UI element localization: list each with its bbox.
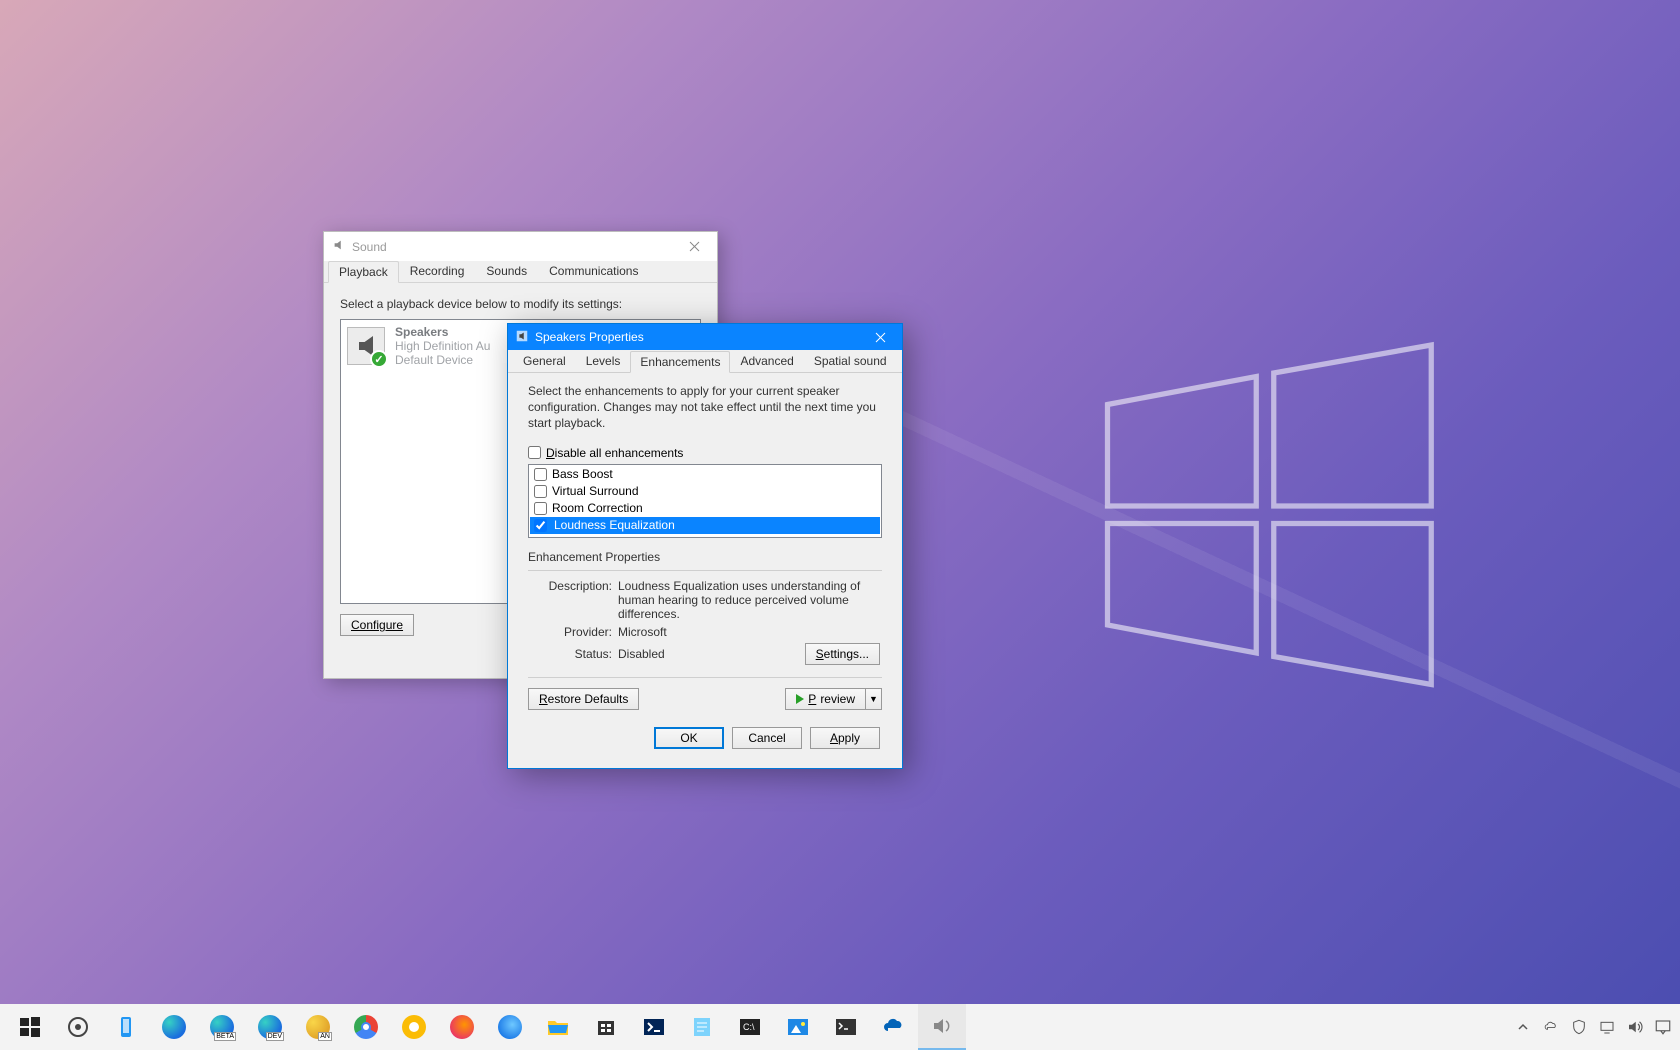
speaker-icon bbox=[515, 329, 529, 346]
preview-dropdown-arrow[interactable]: ▼ bbox=[866, 688, 882, 710]
settings-button[interactable]: Settings... bbox=[805, 643, 880, 665]
enh-bass-boost[interactable]: Bass Boost bbox=[530, 466, 880, 483]
loudness-equalization-label: Loudness Equalization bbox=[552, 518, 677, 532]
taskbar-store[interactable] bbox=[582, 1004, 630, 1050]
default-check-icon: ✓ bbox=[370, 350, 388, 368]
start-button[interactable] bbox=[6, 1004, 54, 1050]
taskbar-settings[interactable] bbox=[54, 1004, 102, 1050]
taskbar-edge[interactable] bbox=[150, 1004, 198, 1050]
device-line3: Default Device bbox=[395, 353, 490, 367]
ok-button[interactable]: OK bbox=[654, 727, 724, 749]
taskbar-edge-beta[interactable]: BETA bbox=[198, 1004, 246, 1050]
tab-enhancements[interactable]: Enhancements bbox=[630, 351, 730, 373]
configure-button[interactable]: Configure bbox=[340, 614, 414, 636]
tray-action-center-icon[interactable] bbox=[1652, 1016, 1674, 1038]
playback-instruction: Select a playback device below to modify… bbox=[340, 293, 701, 319]
room-correction-label: Room Correction bbox=[552, 501, 643, 515]
play-icon bbox=[796, 694, 804, 704]
tray-security-icon[interactable] bbox=[1568, 1016, 1590, 1038]
provider-label: Provider: bbox=[530, 625, 618, 639]
taskbar-firefox[interactable] bbox=[438, 1004, 486, 1050]
enhancement-properties-group: Enhancement Properties Description: Loud… bbox=[528, 550, 882, 665]
taskbar-edge-dev[interactable]: DEV bbox=[246, 1004, 294, 1050]
virtual-surround-label: Virtual Surround bbox=[552, 484, 639, 498]
apply-button[interactable]: Apply bbox=[810, 727, 880, 749]
tray-onedrive-icon[interactable] bbox=[1540, 1016, 1562, 1038]
enh-virtual-surround[interactable]: Virtual Surround bbox=[530, 483, 880, 500]
tab-spatial-sound[interactable]: Spatial sound bbox=[804, 350, 897, 372]
taskbar-chrome[interactable] bbox=[342, 1004, 390, 1050]
taskbar-notepad[interactable] bbox=[678, 1004, 726, 1050]
taskbar-photos[interactable] bbox=[774, 1004, 822, 1050]
svg-text:C:\: C:\ bbox=[743, 1022, 755, 1032]
taskbar-terminal[interactable] bbox=[822, 1004, 870, 1050]
taskbar-sound-control-panel[interactable] bbox=[918, 1004, 966, 1050]
status-label: Status: bbox=[530, 647, 618, 661]
enh-loudness-equalization[interactable]: Loudness Equalization bbox=[530, 517, 880, 534]
tab-general[interactable]: General bbox=[513, 350, 576, 372]
tab-levels[interactable]: Levels bbox=[576, 350, 631, 372]
tray-vm-icon[interactable] bbox=[1596, 1016, 1618, 1038]
preview-button[interactable]: Preview bbox=[785, 688, 866, 710]
enhancement-properties-header: Enhancement Properties bbox=[528, 550, 882, 564]
sound-titlebar[interactable]: Sound bbox=[324, 232, 717, 261]
description-label: Description: bbox=[530, 579, 618, 621]
description-value: Loudness Equalization uses understanding… bbox=[618, 579, 880, 621]
close-button[interactable] bbox=[672, 232, 717, 261]
taskbar-edge-canary[interactable]: AN bbox=[294, 1004, 342, 1050]
disable-all-checkbox[interactable] bbox=[528, 446, 541, 459]
dialog-button-row: OK Cancel Apply bbox=[508, 718, 902, 758]
speaker-device-icon: ✓ bbox=[347, 327, 385, 365]
system-tray[interactable] bbox=[1512, 1016, 1674, 1038]
disable-all-enhancements-row[interactable]: Disable all enhancements bbox=[528, 446, 882, 460]
tab-playback[interactable]: Playback bbox=[328, 261, 399, 283]
provider-value: Microsoft bbox=[618, 625, 880, 639]
cancel-button[interactable]: Cancel bbox=[732, 727, 802, 749]
virtual-surround-checkbox[interactable] bbox=[534, 485, 547, 498]
device-text: Speakers High Definition Au Default Devi… bbox=[395, 325, 490, 367]
windows-logo-watermark bbox=[1090, 338, 1440, 688]
taskbar-file-explorer[interactable] bbox=[534, 1004, 582, 1050]
enh-room-correction[interactable]: Room Correction bbox=[530, 500, 880, 517]
tab-advanced[interactable]: Advanced bbox=[730, 350, 803, 372]
taskbar-onedrive[interactable] bbox=[870, 1004, 918, 1050]
taskbar-cmd[interactable]: C:\ bbox=[726, 1004, 774, 1050]
properties-tabbar: General Levels Enhancements Advanced Spa… bbox=[508, 350, 902, 373]
speakers-properties-dialog: Speakers Properties General Levels Enhan… bbox=[507, 323, 903, 769]
device-line2: High Definition Au bbox=[395, 339, 490, 353]
properties-titlebar[interactable]: Speakers Properties bbox=[508, 324, 902, 350]
close-button[interactable] bbox=[858, 324, 902, 350]
enhancements-list[interactable]: Bass Boost Virtual Surround Room Correct… bbox=[528, 464, 882, 538]
bass-boost-checkbox[interactable] bbox=[534, 468, 547, 481]
taskbar-phone[interactable] bbox=[102, 1004, 150, 1050]
taskbar-chrome-canary[interactable] bbox=[390, 1004, 438, 1050]
preview-split-button[interactable]: Preview ▼ bbox=[785, 688, 882, 710]
tab-sounds[interactable]: Sounds bbox=[475, 260, 538, 282]
tray-overflow-icon[interactable] bbox=[1512, 1016, 1534, 1038]
bass-boost-label: Bass Boost bbox=[552, 467, 613, 481]
status-value: Disabled bbox=[618, 647, 665, 661]
enhancements-instruction: Select the enhancements to apply for you… bbox=[528, 383, 882, 442]
taskbar[interactable]: BETA DEV AN C:\ bbox=[0, 1004, 1680, 1050]
sound-title: Sound bbox=[346, 240, 672, 254]
device-name: Speakers bbox=[395, 325, 490, 339]
disable-all-label: Disable all enhancements bbox=[546, 446, 683, 460]
loudness-equalization-checkbox[interactable] bbox=[534, 519, 547, 532]
restore-defaults-button[interactable]: Restore Defaults bbox=[528, 688, 639, 710]
taskbar-firefox-dev[interactable] bbox=[486, 1004, 534, 1050]
tray-volume-icon[interactable] bbox=[1624, 1016, 1646, 1038]
taskbar-powershell[interactable] bbox=[630, 1004, 678, 1050]
room-correction-checkbox[interactable] bbox=[534, 502, 547, 515]
properties-title: Speakers Properties bbox=[529, 330, 858, 344]
speaker-icon bbox=[332, 238, 346, 255]
sound-tabbar: Playback Recording Sounds Communications bbox=[324, 261, 717, 283]
tab-recording[interactable]: Recording bbox=[399, 260, 476, 282]
tab-communications[interactable]: Communications bbox=[538, 260, 649, 282]
